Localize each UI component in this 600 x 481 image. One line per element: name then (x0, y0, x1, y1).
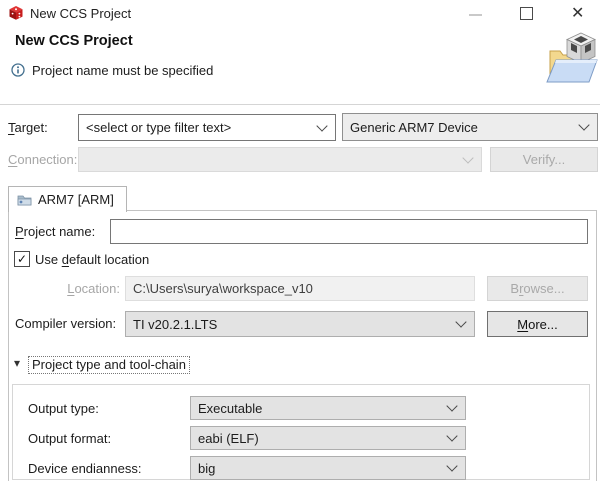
chevron-down-icon (462, 152, 473, 163)
target-filter-combobox[interactable]: <select or type filter text> (78, 114, 336, 141)
chevron-down-icon (316, 120, 327, 131)
collapse-arrow-icon: ▾ (14, 356, 20, 370)
location-label: Location: (15, 281, 120, 296)
device-endianness-combobox[interactable]: big (190, 456, 466, 480)
project-type-toolchain-toggle[interactable]: Project type and tool-chain (28, 356, 190, 374)
output-format-label: Output format: (28, 431, 111, 446)
tab-arm7[interactable]: ARM7 [ARM] (8, 186, 127, 212)
new-ccs-project-dialog: New CCS Project ✕ New CCS Project Projec… (0, 0, 600, 481)
project-folder-icon (17, 193, 32, 206)
checkmark-icon: ✓ (17, 253, 27, 265)
compiler-version-combobox[interactable]: TI v20.2.1.LTS (125, 311, 475, 337)
ccs-cube-icon (8, 5, 24, 21)
chevron-down-icon (455, 316, 466, 327)
device-endianness-value: big (198, 461, 215, 476)
location-field: C:\Users\surya\workspace_v10 (125, 276, 475, 301)
output-type-value: Executable (198, 401, 262, 416)
output-format-value: eabi (ELF) (198, 431, 259, 446)
more-button[interactable]: More... (487, 311, 588, 337)
device-combobox[interactable]: Generic ARM7 Device (342, 113, 598, 141)
connection-combobox (78, 147, 482, 172)
verify-button: Verify... (490, 147, 598, 172)
target-label: Target: (8, 120, 48, 135)
output-type-label: Output type: (28, 401, 99, 416)
minimize-button[interactable] (469, 14, 482, 16)
header-divider (0, 104, 600, 105)
project-name-input[interactable] (110, 219, 588, 244)
tab-label: ARM7 [ARM] (38, 192, 114, 207)
use-default-location-checkbox[interactable]: ✓ (14, 251, 30, 267)
device-value: Generic ARM7 Device (350, 120, 478, 135)
target-filter-value: <select or type filter text> (86, 120, 231, 135)
compiler-version-label: Compiler version: (15, 316, 116, 331)
output-format-combobox[interactable]: eabi (ELF) (190, 426, 466, 450)
window-title: New CCS Project (30, 6, 131, 21)
title-bar: New CCS Project ✕ (0, 0, 600, 28)
location-value: C:\Users\surya\workspace_v10 (133, 281, 313, 296)
chevron-down-icon (446, 400, 457, 411)
device-endianness-label: Device endianness: (28, 461, 141, 476)
chevron-down-icon (578, 119, 589, 130)
compiler-version-value: TI v20.2.1.LTS (133, 317, 217, 332)
use-default-location-label: Use default location (35, 252, 149, 267)
chevron-down-icon (446, 460, 457, 471)
info-icon (11, 63, 25, 77)
output-type-combobox[interactable]: Executable (190, 396, 466, 420)
status-message: Project name must be specified (32, 63, 213, 78)
maximize-button[interactable] (520, 7, 533, 20)
new-project-folder-icon (545, 30, 599, 88)
connection-label: Connection: (8, 152, 77, 167)
page-title: New CCS Project (15, 33, 133, 49)
browse-button: Browse... (487, 276, 588, 301)
project-name-label: Project name: (15, 224, 95, 239)
chevron-down-icon (446, 430, 457, 441)
close-button[interactable]: ✕ (571, 3, 584, 23)
